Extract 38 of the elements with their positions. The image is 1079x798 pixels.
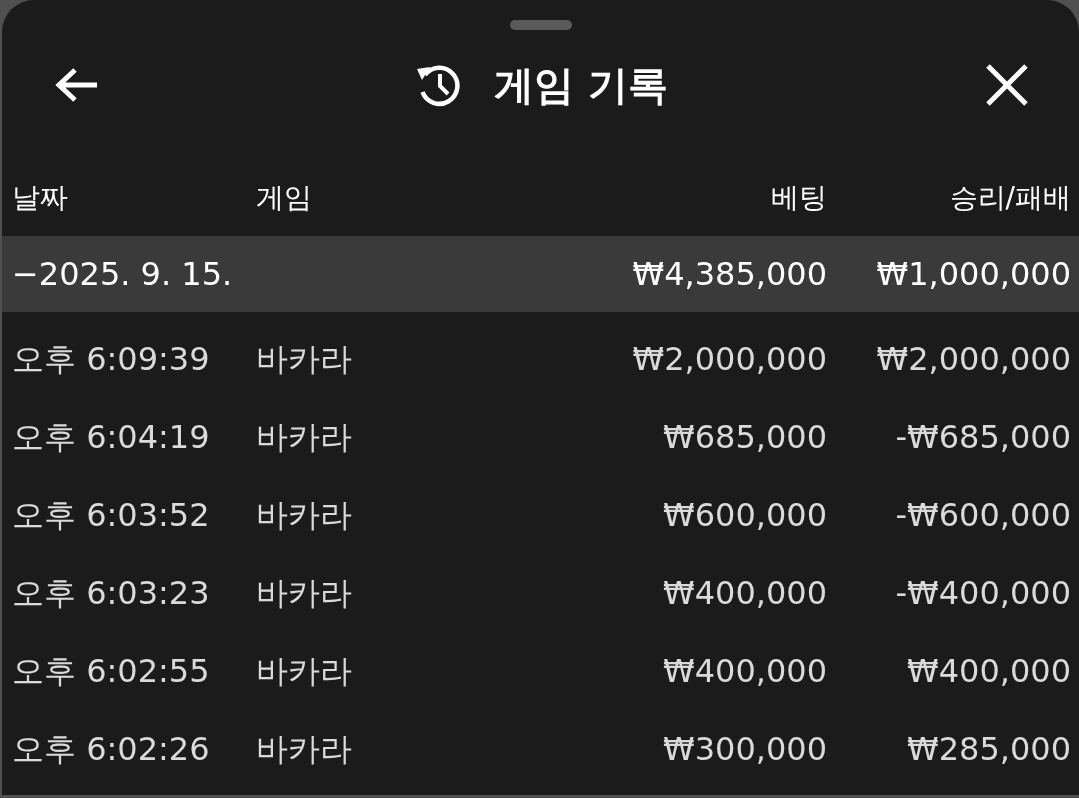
table-cell: 오후 6:03:52 <box>12 495 210 535</box>
table-cell: ₩400,000 <box>663 651 827 691</box>
close-button[interactable] <box>985 63 1029 107</box>
table-cell: ₩300,000 <box>663 729 827 769</box>
table-cell: ₩685,000 <box>663 417 827 457</box>
table-cell: ₩400,000 <box>907 651 1071 691</box>
table-cell: ₩2,000,000 <box>876 339 1071 379</box>
table-cell: 바카라 <box>256 339 352 379</box>
table-cell: 바카라 <box>256 417 352 457</box>
table-cell: ₩285,000 <box>907 729 1071 769</box>
table-cell: ₩4,385,000 <box>632 254 827 294</box>
table-cell: 바카라 <box>256 651 352 691</box>
table-cell: 바카라 <box>256 729 352 769</box>
table-cell: ₩400,000 <box>663 573 827 613</box>
table-cell: -₩685,000 <box>895 417 1071 457</box>
column-header: 승리/패배 <box>949 181 1071 215</box>
column-header: 날짜 <box>12 181 68 215</box>
drag-handle[interactable] <box>509 20 572 30</box>
table-cell: 오후 6:02:26 <box>12 729 210 769</box>
table-cell: 오후 6:03:23 <box>12 573 210 613</box>
table-cell: 바카라 <box>256 495 352 535</box>
table-cell: 2025. 9. 15. <box>38 254 233 294</box>
table-cell: 오후 6:09:39 <box>12 339 210 379</box>
collapse-toggle[interactable]: − <box>12 254 39 294</box>
table-cell: ₩600,000 <box>663 495 827 535</box>
column-header: 게임 <box>256 181 312 215</box>
table-cell: ₩2,000,000 <box>632 339 827 379</box>
close-icon <box>985 63 1029 107</box>
back-button[interactable] <box>55 67 99 103</box>
table-cell: 오후 6:04:19 <box>12 417 210 457</box>
table-cell: 바카라 <box>256 573 352 613</box>
table-cell: -₩600,000 <box>895 495 1071 535</box>
column-header: 베팅 <box>771 181 827 215</box>
table-cell: -₩400,000 <box>895 573 1071 613</box>
sheet-title: 게임 기록 <box>494 61 668 109</box>
arrow-left-icon <box>55 67 99 103</box>
table-cell: 오후 6:02:55 <box>12 651 210 691</box>
table-cell: ₩1,000,000 <box>876 254 1071 294</box>
